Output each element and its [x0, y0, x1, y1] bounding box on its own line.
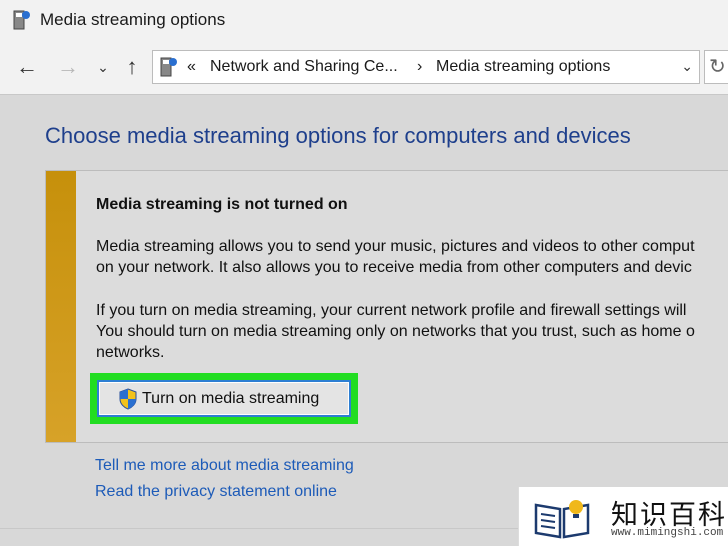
watermark-url: www.mimingshi.com: [611, 527, 724, 539]
turn-on-media-streaming-label: Turn on media streaming: [142, 390, 320, 407]
up-arrow-icon[interactable]: ↑: [119, 54, 145, 80]
notice-para1-line1: Media streaming allows you to send your …: [96, 238, 695, 255]
back-arrow-icon[interactable]: ←: [14, 54, 40, 80]
media-streaming-app-icon: [13, 10, 30, 30]
page-heading: Choose media streaming options for compu…: [45, 123, 631, 148]
refresh-icon[interactable]: ↻: [704, 50, 728, 84]
breadcrumb-separator-icon[interactable]: ›: [417, 58, 422, 76]
breadcrumb-network-sharing-center[interactable]: Network and Sharing Ce...: [210, 58, 398, 76]
notice-para2-line1: If you turn on media streaming, your cur…: [96, 302, 687, 319]
notice-para2-line2: You should turn on media streaming only …: [96, 323, 695, 340]
privacy-statement-link[interactable]: Read the privacy statement online: [95, 483, 337, 501]
title-bar: Media streaming options: [0, 0, 728, 42]
breadcrumb-media-streaming-options[interactable]: Media streaming options: [436, 58, 610, 76]
notice-para1-line2: on your network. It also allows you to r…: [96, 259, 692, 276]
address-bar[interactable]: « Network and Sharing Ce... › Media stre…: [152, 50, 700, 84]
breadcrumb-overflow-icon[interactable]: «: [187, 58, 196, 76]
book-lightbulb-icon: [534, 500, 590, 539]
notice-para2-line3: networks.: [96, 344, 165, 361]
turn-on-media-streaming-button[interactable]: Turn on media streaming: [97, 380, 351, 417]
forward-arrow-icon[interactable]: →: [55, 54, 81, 80]
notice-accent-strip: [46, 171, 76, 442]
recent-locations-chevron-icon[interactable]: ⌄: [90, 54, 116, 80]
watermark: 知识百科 www.mimingshi.com: [518, 487, 728, 546]
tell-me-more-link[interactable]: Tell me more about media streaming: [95, 457, 354, 475]
navigation-bar: ← → ⌄ ↑ « Network and Sharing Ce... › Me…: [0, 42, 728, 95]
address-dropdown-chevron-icon[interactable]: ⌄: [681, 58, 693, 75]
uac-shield-icon: [119, 388, 137, 410]
notice-title: Media streaming is not turned on: [96, 196, 348, 213]
window-title: Media streaming options: [40, 10, 226, 29]
media-streaming-location-icon: [160, 57, 177, 77]
